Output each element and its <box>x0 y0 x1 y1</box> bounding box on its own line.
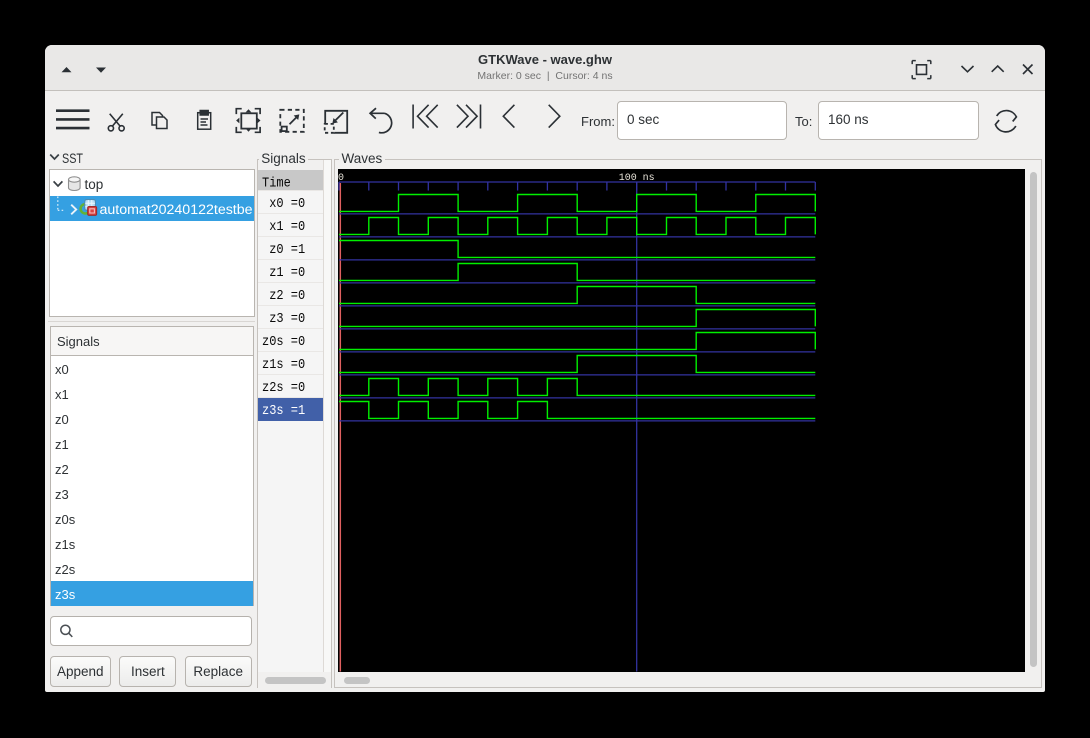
svg-text:100 ns: 100 ns <box>618 172 654 183</box>
svg-text:0: 0 <box>338 172 344 183</box>
